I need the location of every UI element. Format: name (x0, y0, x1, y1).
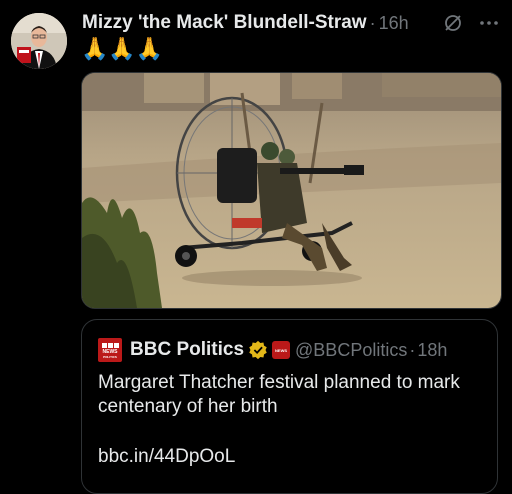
quote-link[interactable]: bbc.in/44DpOoL (98, 446, 235, 468)
avatar[interactable] (11, 13, 67, 69)
quote-body-text: Margaret Thatcher festival planned to ma… (98, 372, 460, 417)
quote-header: NEWS POLITICS BBC Politics NEWS @BBCPoli… (98, 338, 447, 362)
affiliation-badge-text: NEWS (275, 347, 288, 353)
quote-separator: · (409, 339, 416, 360)
bbc-news-logo-icon[interactable]: NEWS POLITICS (98, 338, 122, 362)
avatar-photo-icon (11, 13, 67, 69)
slashed-circle-icon[interactable] (442, 12, 464, 34)
quote-display-name[interactable]: BBC Politics (130, 339, 244, 361)
affiliation-badge-icon[interactable]: NEWS (272, 341, 291, 359)
bbc-logo-subtext: POLITICS (103, 354, 117, 359)
more-dots-icon[interactable] (477, 12, 501, 34)
video-still-paramotor-icon (82, 73, 501, 308)
header-separator: · (369, 12, 376, 33)
quote-timestamp[interactable]: 18h (417, 340, 447, 361)
tweet-media[interactable] (81, 72, 502, 309)
author-display-name[interactable]: Mizzy 'the Mack' Blundell-Straw (82, 12, 367, 34)
quoted-post[interactable]: NEWS POLITICS BBC Politics NEWS @BBCPoli… (81, 319, 498, 494)
tweet-timestamp[interactable]: 16h (379, 13, 409, 34)
tweet-header: Mizzy 'the Mack' Blundell-Straw · 16h (82, 10, 502, 36)
quote-handle[interactable]: @BBCPolitics (295, 340, 407, 361)
tweet-text: 🙏🙏🙏 (81, 36, 164, 61)
verified-badge-icon[interactable] (248, 340, 268, 360)
